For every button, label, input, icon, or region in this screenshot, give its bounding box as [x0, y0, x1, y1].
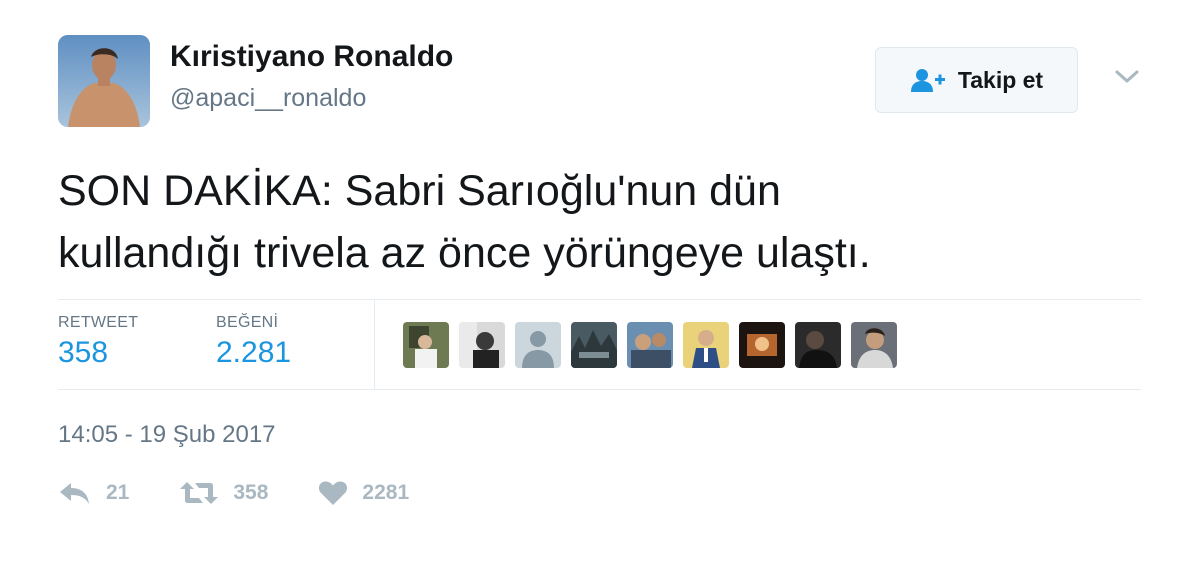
follow-button-label: Takip et — [957, 66, 1044, 93]
liker-avatar[interactable] — [739, 322, 785, 368]
divider — [58, 389, 1141, 390]
retweet-stat-label: RETWEET — [58, 314, 139, 331]
retweet-count: 358 — [233, 481, 269, 504]
retweet-stat[interactable]: RETWEET 358 — [58, 314, 138, 370]
user-avatar[interactable] — [58, 35, 150, 127]
like-stat-label: BEĞENİ — [216, 314, 279, 331]
retweet-icon — [180, 482, 219, 504]
user-handle[interactable]: @apaci__ronaldo — [170, 84, 366, 113]
like-stat[interactable]: BEĞENİ 2.281 — [216, 314, 291, 370]
liker-avatar[interactable] — [403, 322, 449, 368]
divider — [58, 299, 1141, 300]
liker-avatar[interactable] — [459, 322, 505, 368]
tweet-timestamp[interactable]: 14:05 - 19 Şub 2017 — [58, 421, 276, 449]
user-display-name[interactable]: Kıristiyano Ronaldo — [170, 40, 453, 74]
retweet-button[interactable]: 358 — [179, 480, 268, 506]
tweet-text-line-2: kullandığı trivela az önce yörüngeye ula… — [58, 229, 871, 277]
like-stat-count: 2.281 — [216, 336, 292, 369]
follow-button[interactable]: Takip et — [875, 47, 1078, 113]
reply-icon — [60, 483, 89, 504]
liker-avatar[interactable] — [515, 322, 561, 368]
liker-avatar[interactable] — [571, 322, 617, 368]
retweet-stat-count: 358 — [58, 336, 109, 369]
like-count: 2281 — [362, 481, 410, 504]
tweet-text: SON DAKİKA: Sabri Sarıoğlu'nun dün kulla… — [58, 160, 1138, 284]
add-user-icon — [910, 69, 945, 92]
reply-count: 21 — [106, 481, 130, 504]
likers-avatar-list — [403, 322, 897, 368]
chevron-down-icon[interactable] — [1112, 66, 1142, 88]
liker-avatar[interactable] — [627, 322, 673, 368]
reply-button[interactable]: 21 — [58, 480, 129, 506]
tweet-card: Kıristiyano Ronaldo @apaci__ronaldo Taki… — [0, 0, 1200, 569]
tweet-action-bar: 21 358 2281 — [58, 480, 459, 506]
stats-divider — [374, 300, 375, 389]
liker-avatar[interactable] — [851, 322, 897, 368]
liker-avatar[interactable] — [683, 322, 729, 368]
heart-icon — [319, 481, 348, 505]
liker-avatar[interactable] — [795, 322, 841, 368]
like-button[interactable]: 2281 — [318, 480, 409, 506]
tweet-text-line-1: SON DAKİKA: Sabri Sarıoğlu'nun dün — [58, 167, 781, 215]
